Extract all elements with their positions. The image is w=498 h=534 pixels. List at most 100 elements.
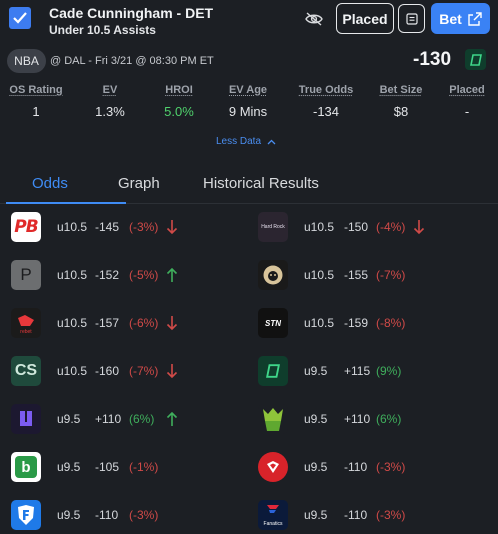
odds-ev: (-3%) [376, 508, 406, 522]
best-odds: -130 [413, 49, 452, 70]
stat-label-ev: EV [102, 84, 118, 96]
odds-price: +110 [95, 412, 122, 426]
odds-row[interactable]: P u10.5 -152 (-5%) [11, 260, 236, 292]
odds-row[interactable]: u9.5 +110 (6%) [11, 404, 236, 436]
odds-ev: (6%) [129, 412, 155, 426]
odds-line: u10.5 [304, 268, 335, 282]
underdog-logo-icon [11, 404, 41, 434]
betonline-logo-icon: b [11, 452, 41, 482]
odds-price: -160 [95, 364, 120, 378]
odds-row[interactable]: STN u10.5 -159 (-8%) [258, 308, 490, 340]
odds-price: -152 [95, 268, 120, 282]
odds-price: -110 [344, 460, 368, 474]
odds-price: -110 [95, 508, 119, 522]
odds-line: u9.5 [57, 508, 81, 522]
tab-graph[interactable]: Graph [118, 175, 160, 192]
stat-label-bet-size: Bet Size [379, 84, 423, 96]
tab-odds[interactable]: Odds [32, 175, 68, 192]
odds-price: +115 [344, 364, 371, 378]
odds-price: -105 [95, 460, 120, 474]
stat-label-ev-age: EV Age [228, 84, 268, 96]
draftkings-crown-icon [263, 408, 283, 431]
tab-active-indicator [6, 202, 126, 204]
odds-line: u10.5 [57, 268, 88, 282]
draftkings-logo-icon [258, 404, 288, 434]
tab-historical-results[interactable]: Historical Results [203, 175, 319, 192]
odds-line: u9.5 [57, 460, 81, 474]
odds-line: u10.5 [57, 220, 88, 234]
odds-row[interactable]: CS u10.5 -160 (-7%) [11, 356, 236, 388]
notes-button[interactable] [398, 4, 425, 33]
stat-value-ev: 1.3% [95, 104, 125, 119]
arrow-down-icon [166, 220, 178, 235]
stat-value-hroi: 5.0% [164, 104, 194, 119]
select-checkbox[interactable] [9, 7, 31, 29]
odds-ev: (-1%) [129, 460, 159, 474]
arrow-up-icon [166, 411, 178, 426]
odds-line: u9.5 [304, 412, 328, 426]
odds-row[interactable]: u9.5 +110 (6%) [258, 404, 490, 436]
game-info: @ DAL - Fri 3/21 @ 08:30 PM ET [50, 55, 214, 67]
league-badge: NBA [7, 49, 46, 73]
espnbet-mark-icon [267, 461, 279, 473]
fanduel-logo-icon [11, 500, 41, 530]
lion-head-icon [263, 265, 283, 285]
odds-line: u10.5 [304, 316, 335, 330]
less-data-toggle[interactable]: Less Data [216, 136, 276, 147]
bet-button[interactable]: Bet [431, 3, 490, 34]
odds-row[interactable]: u9.5 -110 (-3%) [258, 452, 490, 484]
odds-row[interactable]: b u9.5 -105 (-1%) [11, 452, 236, 484]
stat-label-hroi: HROI [165, 84, 193, 96]
odds-row[interactable]: u10.5 -155 (-7%) [258, 260, 490, 292]
external-link-icon [468, 11, 482, 26]
odds-row[interactable]: u9.5 -110 (-3%) [11, 500, 236, 532]
odds-line: u9.5 [57, 412, 81, 426]
arrow-up-icon [166, 267, 178, 282]
odds-line: u10.5 [57, 364, 88, 378]
odds-price: -155 [344, 268, 369, 282]
eye-off-icon [305, 12, 323, 26]
stat-value-ev-age: 9 Mins [228, 104, 268, 119]
odds-ev: (-7%) [376, 268, 406, 282]
fliff-logo-icon [469, 53, 482, 66]
pointsbet-logo-icon: PB [11, 212, 41, 242]
odds-price: +110 [344, 412, 371, 426]
best-book-logo [465, 49, 486, 70]
odds-ev: (-3%) [376, 460, 406, 474]
less-data-label: Less Data [216, 136, 262, 147]
odds-price: -159 [344, 316, 369, 330]
odds-ev: (-5%) [129, 268, 159, 282]
stat-value-placed: - [464, 104, 470, 119]
chevron-up-icon [267, 139, 276, 144]
rebet-logo-icon: rebet [11, 308, 41, 338]
odds-line: u9.5 [304, 508, 328, 522]
odds-row[interactable]: Hard Rock u10.5 -150 (-4%) [258, 212, 490, 244]
odds-price: -145 [95, 220, 120, 234]
note-icon [405, 12, 418, 25]
odds-price: -150 [344, 220, 369, 234]
odds-ev: (6%) [376, 412, 402, 426]
odds-row[interactable]: Fanatics u9.5 -110 (-3%) [258, 500, 490, 532]
bet-label: Bet [439, 10, 462, 27]
check-icon [13, 12, 27, 24]
odds-ev: (-4%) [376, 220, 406, 234]
odds-ev: (-6%) [129, 316, 159, 330]
odds-row[interactable]: PB u10.5 -145 (-3%) [11, 212, 236, 244]
stn-logo-icon: STN [258, 308, 288, 338]
odds-ev: (9%) [376, 364, 402, 378]
hardrock-logo-icon: Hard Rock [258, 212, 288, 242]
placed-button[interactable]: Placed [336, 3, 394, 34]
player-title: Cade Cunningham - DET [49, 5, 214, 21]
stat-label-true-odds: True Odds [298, 84, 354, 96]
hide-button[interactable] [302, 8, 326, 30]
caesars-logo-icon: CS [11, 356, 41, 386]
stat-value-true-odds: -134 [312, 104, 340, 119]
espnbet-logo-icon [258, 452, 288, 482]
odds-row[interactable]: rebet u10.5 -157 (-6%) [11, 308, 236, 340]
stat-label-placed: Placed [449, 84, 485, 96]
underdog-mark-icon [20, 411, 32, 426]
fanatics-flag-icon [267, 505, 279, 513]
odds-row[interactable]: u9.5 +115 (9%) [258, 356, 490, 388]
odds-ev: (-3%) [129, 220, 159, 234]
odds-line: u10.5 [304, 220, 335, 234]
